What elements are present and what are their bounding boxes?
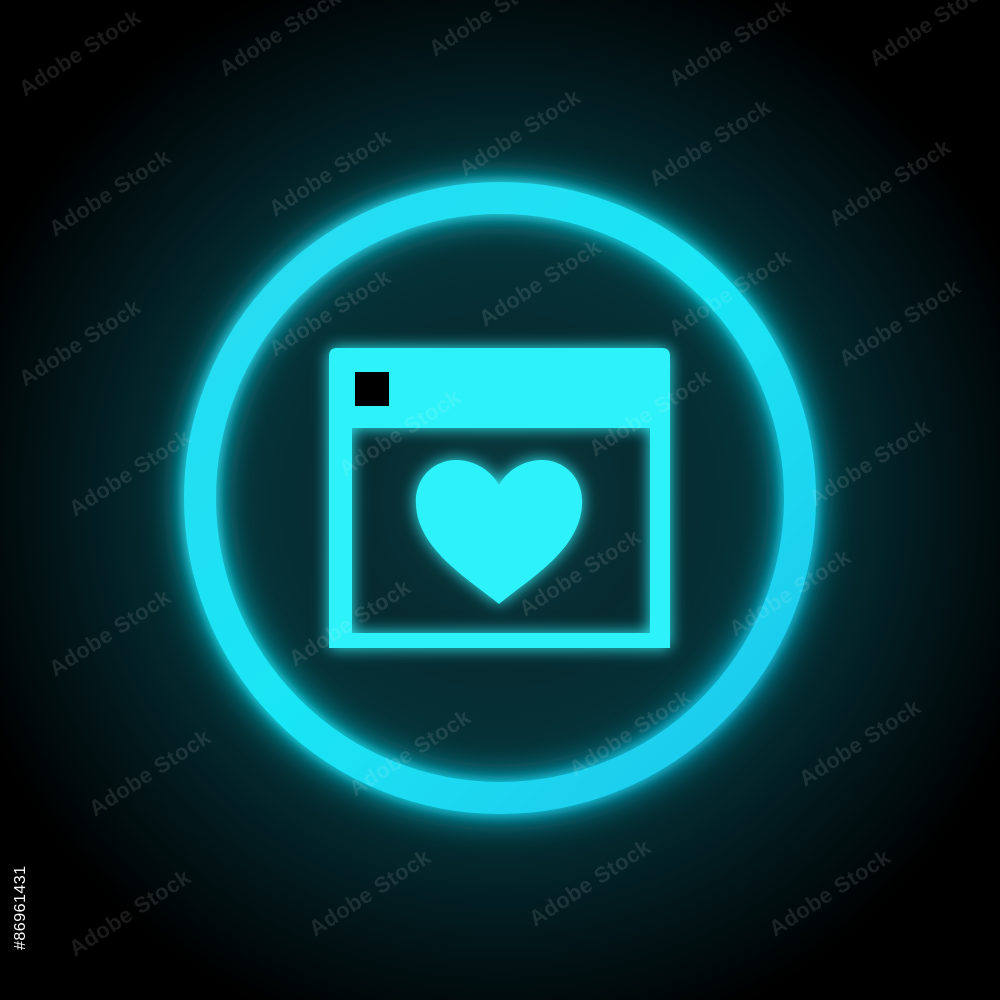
heart-icon [415, 460, 583, 604]
image-canvas: Adobe Stock Adobe Stock Adobe Stock Adob… [0, 0, 1000, 1000]
window-control-icon [355, 372, 389, 406]
browser-window-icon [329, 348, 670, 648]
glow-ring-graphic [184, 182, 816, 814]
